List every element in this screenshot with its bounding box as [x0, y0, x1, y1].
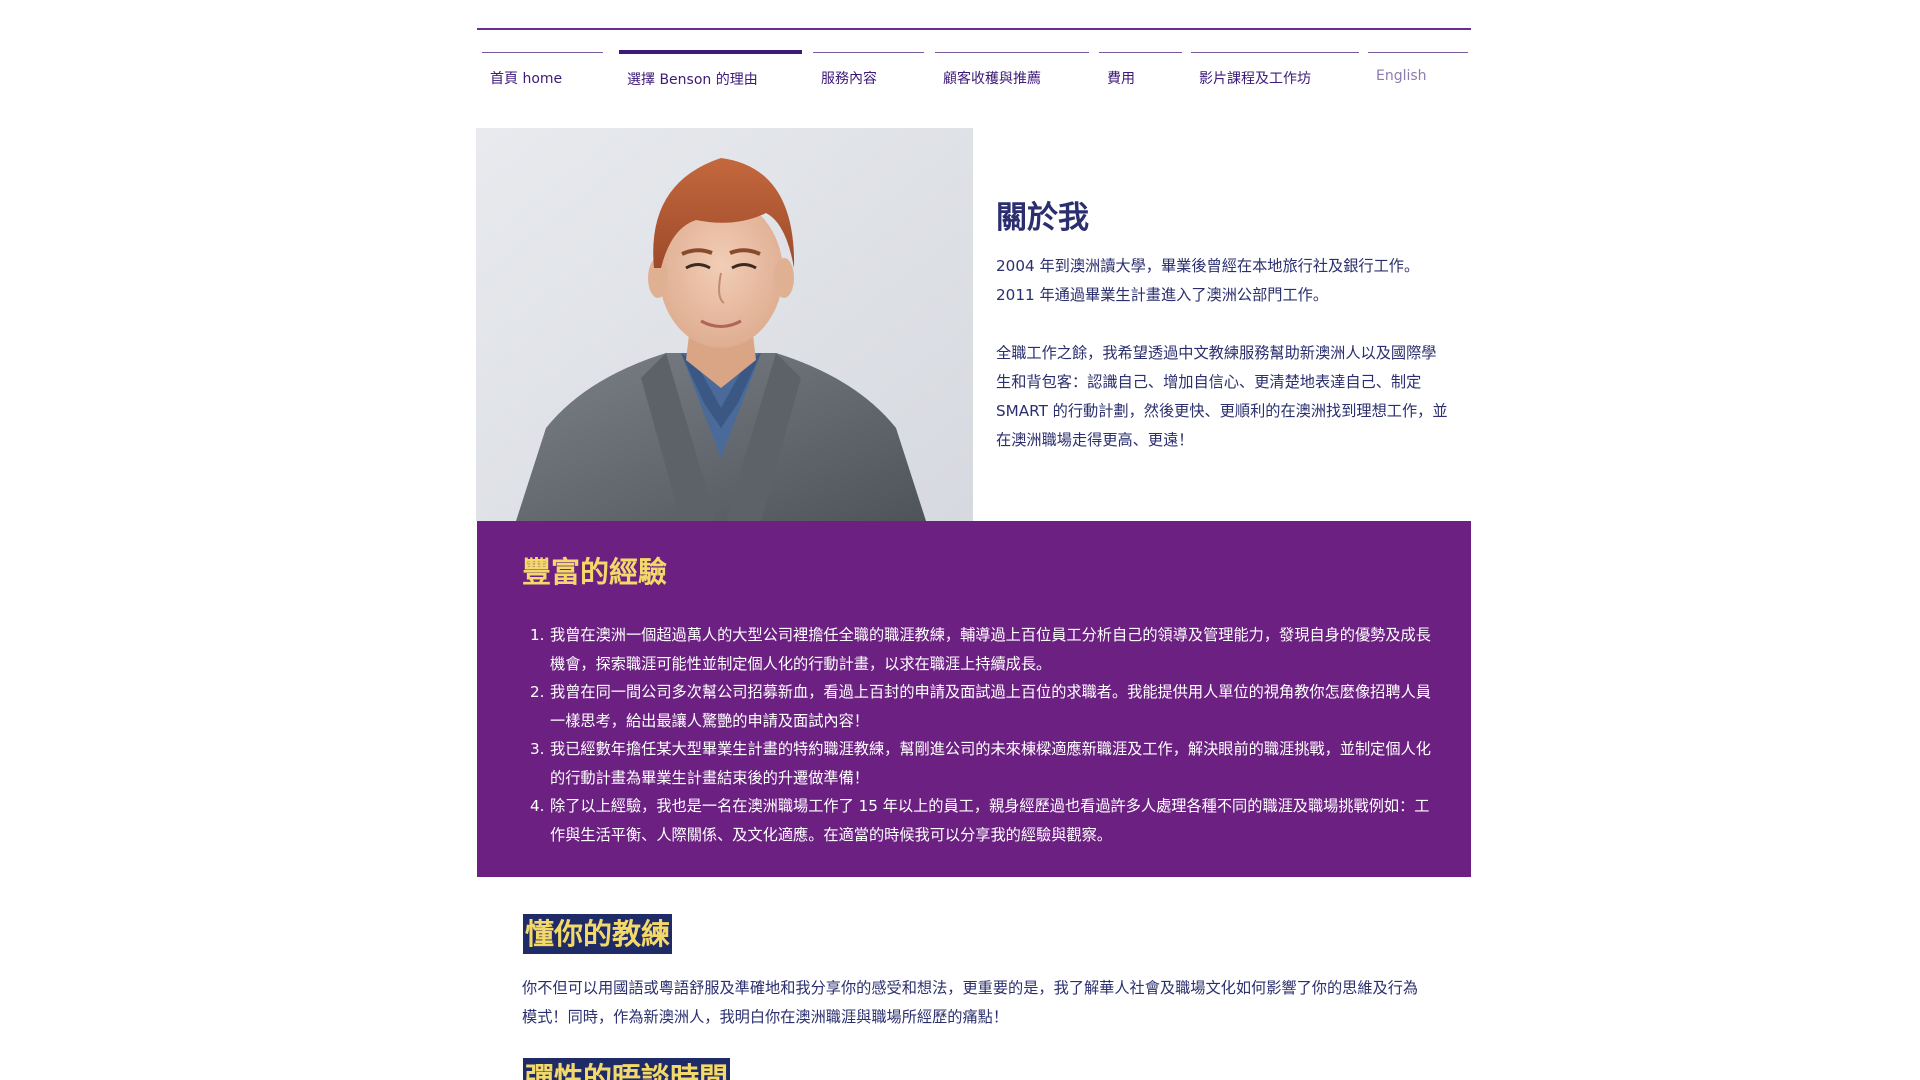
- nav-item-label: English: [1376, 68, 1427, 84]
- nav-item-label: 服務內容: [821, 71, 877, 87]
- list-item: 2. 我曾在同一間公司多次幫公司招募新血，看過上百封的申請及面試過上百位的求職者…: [522, 678, 1442, 735]
- nav-item-home[interactable]: 首頁 home: [482, 52, 603, 92]
- about-paragraph: 全職工作之餘，我希望透過中文教練服務幫助新澳洲人以及國際學生和背包客：認識自己、…: [996, 344, 1448, 449]
- list-item-text: 我曾在澳洲一個超過萬人的大型公司裡擔任全職的職涯教練，輔導過上百位員工分析自己的…: [550, 626, 1431, 673]
- list-item: 1. 我曾在澳洲一個超過萬人的大型公司裡擔任全職的職涯教練，輔導過上百位員工分析…: [522, 621, 1442, 678]
- header-divider: [477, 28, 1471, 30]
- experience-title: 豐富的經驗: [522, 555, 668, 589]
- coach-text: 你不但可以用國語或粵語舒服及準確地和我分享你的感受和想法，更重要的是，我了解華人…: [522, 979, 1419, 1026]
- about-title: 關於我: [996, 200, 1089, 236]
- nav-item-label: 顧客收穫與推薦: [943, 71, 1041, 87]
- list-item-text: 除了以上經驗，我也是一名在澳洲職場工作了 15 年以上的員工，親身經歷過也看過許…: [550, 797, 1430, 844]
- nav-item-testimonials[interactable]: 顧客收穫與推薦: [935, 52, 1089, 92]
- about-text: 2004 年到澳洲讀大學，畢業後曾經在本地旅行社及銀行工作。2011 年通過畢業…: [996, 252, 1451, 455]
- nav-item-label: 首頁 home: [490, 71, 563, 87]
- experience-section: 豐富的經驗 1. 我曾在澳洲一個超過萬人的大型公司裡擔任全職的職涯教練，輔導過上…: [477, 521, 1471, 877]
- nav-item-services[interactable]: 服務內容: [813, 52, 924, 92]
- about-paragraph: 2004 年到澳洲讀大學，畢業後曾經在本地旅行社及銀行工作。2011 年通過畢業…: [996, 257, 1420, 304]
- nav-item-english[interactable]: English: [1368, 52, 1468, 92]
- nav-item-label: 費用: [1107, 71, 1135, 87]
- list-item-text: 我已經數年擔任某大型畢業生計畫的特約職涯教練，幫剛進公司的未來棟樑適應新職涯及工…: [550, 740, 1431, 787]
- list-item: 4. 除了以上經驗，我也是一名在澳洲職場工作了 15 年以上的員工，親身經歷過也…: [522, 792, 1442, 849]
- portrait-photo: [476, 128, 973, 521]
- list-item-number: 2.: [530, 683, 545, 701]
- nav-item-fees[interactable]: 費用: [1099, 52, 1182, 92]
- nav-item-label: 影片課程及工作坊: [1199, 71, 1311, 87]
- list-item: 3. 我已經數年擔任某大型畢業生計畫的特約職涯教練，幫剛進公司的未來棟樑適應新職…: [522, 735, 1442, 792]
- list-item-text: 我曾在同一間公司多次幫公司招募新血，看過上百封的申請及面試過上百位的求職者。我能…: [550, 683, 1431, 730]
- list-item-number: 3.: [530, 740, 545, 758]
- flexible-hours-title: 彈性的晤談時間: [523, 1058, 731, 1080]
- coach-title: 懂你的教練: [523, 914, 673, 954]
- nav-item-label: 選擇 Benson 的理由: [627, 72, 758, 88]
- experience-list: 1. 我曾在澳洲一個超過萬人的大型公司裡擔任全職的職涯教練，輔導過上百位員工分析…: [522, 621, 1442, 849]
- list-item-number: 1.: [530, 626, 545, 644]
- page: 首頁 home 選擇 Benson 的理由 服務內容 顧客收穫與推薦 費用 影片…: [0, 0, 1920, 1080]
- list-item-number: 4.: [530, 797, 545, 815]
- nav-item-courses[interactable]: 影片課程及工作坊: [1191, 52, 1359, 92]
- nav-item-why-benson[interactable]: 選擇 Benson 的理由: [619, 50, 802, 90]
